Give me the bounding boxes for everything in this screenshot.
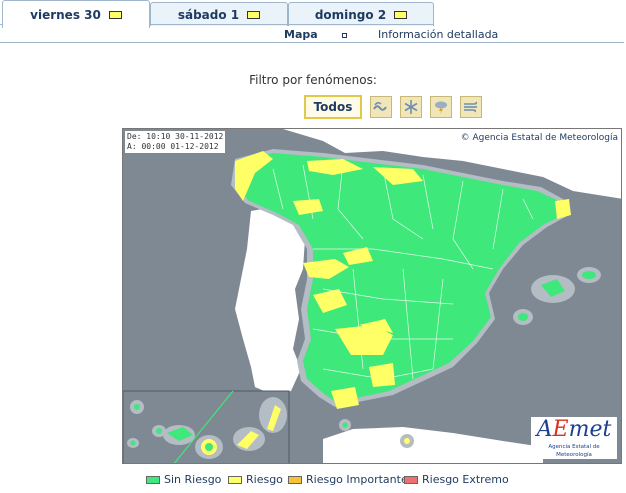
copyright-text: Agencia Estatal de Meteorología (472, 133, 619, 143)
legend-swatch (404, 475, 418, 484)
snowflake-icon (404, 100, 418, 114)
balearic-islands (513, 267, 601, 325)
tab-domingo[interactable]: domingo 2 (288, 2, 434, 26)
tab-label: viernes 30 (30, 7, 101, 22)
aemet-logo-mark: AEmet (536, 417, 612, 442)
tab-sabado[interactable]: sábado 1 (150, 2, 288, 26)
legend-swatch (228, 475, 242, 484)
risk-level-swatch (247, 10, 261, 19)
bullet-icon (342, 33, 347, 38)
melilla (404, 438, 410, 444)
filter-wind-button[interactable] (460, 96, 482, 118)
storm-icon (435, 101, 447, 114)
filter-title: Filtro por fenómenos: (249, 73, 377, 87)
tab-label: domingo 2 (314, 7, 387, 22)
risk-level-swatch (108, 10, 122, 19)
tab-viernes[interactable]: viernes 30 (2, 0, 150, 28)
filter-all-button[interactable]: Todos (304, 95, 362, 119)
filter-coastal-button[interactable] (370, 96, 392, 118)
andalusia-risk (369, 363, 395, 387)
legend-label: Riesgo Importante (306, 473, 408, 486)
ceuta (342, 422, 348, 428)
legend-riesgo-extremo: Riesgo Extremo (404, 473, 509, 486)
filter-storm-button[interactable] (430, 96, 452, 118)
warning-map[interactable]: De: 10:10 30-11-2012 A: 00:00 01-12-2012… (122, 128, 622, 464)
africa-land (323, 427, 543, 463)
aemet-logo: AEmet Agencia Estatal de Meteorología (531, 417, 617, 459)
legend-riesgo-importante: Riesgo Importante (288, 473, 408, 486)
portugal-land (235, 207, 305, 395)
legend-swatch (288, 475, 302, 484)
wind-icon (464, 101, 478, 113)
legend-riesgo: Riesgo (228, 473, 283, 486)
risk-level-swatch (394, 10, 408, 19)
catalonia-risk (555, 199, 571, 219)
legend-label: Sin Riesgo (164, 473, 222, 486)
legend-swatch (146, 475, 160, 484)
aemet-logo-subtitle: Agencia Estatal de Meteorología (548, 444, 600, 458)
copyright-notice: © Agencia Estatal de Meteorología (461, 133, 618, 143)
map-canvas (123, 129, 621, 463)
validity-timestamp: De: 10:10 30-11-2012 A: 00:00 01-12-2012 (125, 131, 226, 153)
filter-snow-button[interactable] (400, 96, 422, 118)
detail-view-link[interactable]: Información detallada (378, 28, 498, 41)
legend-label: Riesgo (246, 473, 283, 486)
copyright-icon: © (460, 133, 470, 143)
day-tabs: viernes 30 sábado 1 domingo 2 (0, 0, 626, 28)
tab-label: sábado 1 (177, 7, 240, 22)
legend-sin-riesgo: Sin Riesgo (146, 473, 221, 486)
legend-label: Riesgo Extremo (422, 473, 509, 486)
timestamp-to: A: 00:00 01-12-2012 (127, 142, 219, 151)
timestamp-from: De: 10:10 30-11-2012 (127, 132, 224, 141)
map-view-link[interactable]: Mapa (284, 28, 318, 41)
coastal-wave-icon (373, 101, 387, 111)
